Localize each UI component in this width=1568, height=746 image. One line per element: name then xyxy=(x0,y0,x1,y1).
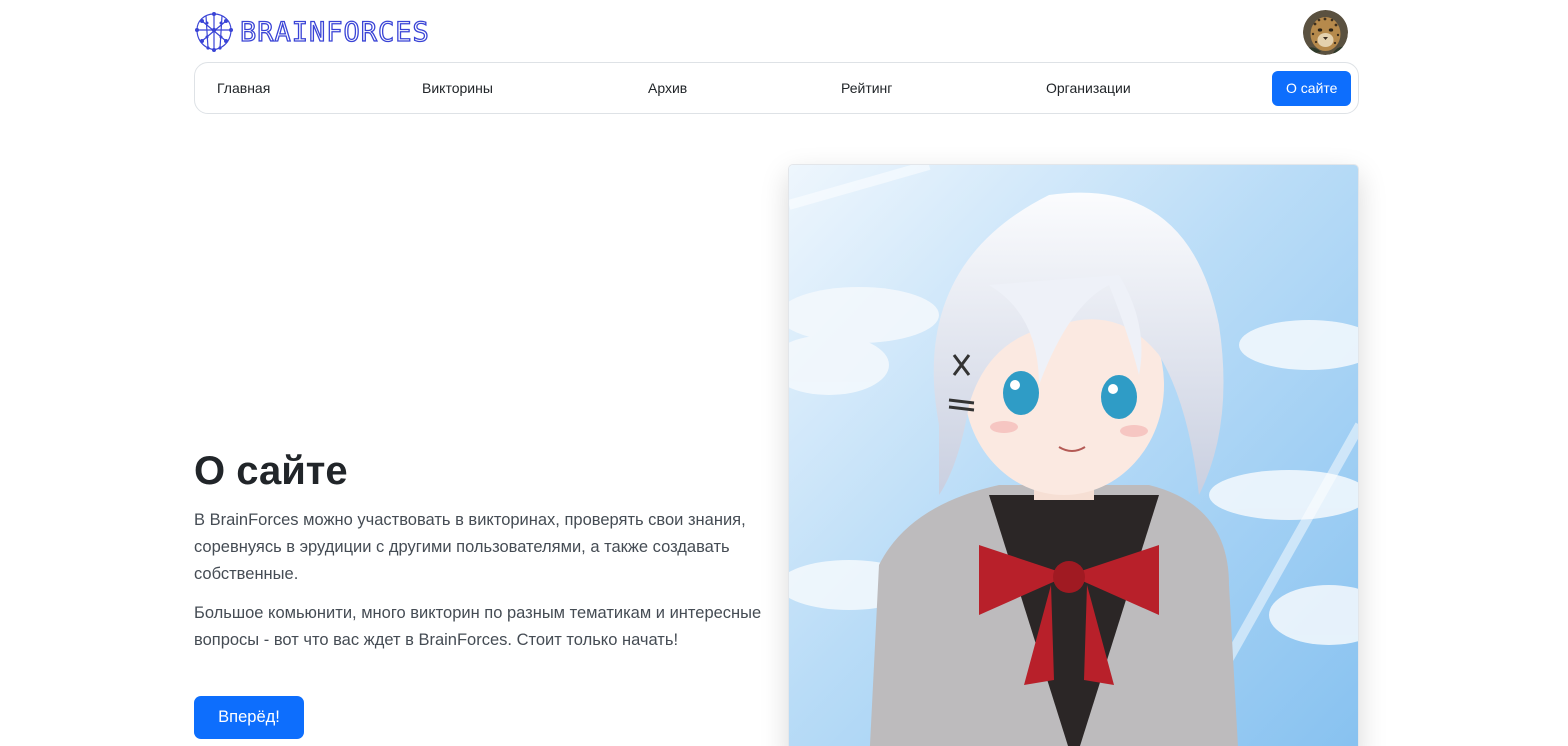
forward-button[interactable]: Вперёд! xyxy=(194,696,304,739)
nav-item-archive[interactable]: Архив xyxy=(634,71,701,106)
hero-illustration xyxy=(788,164,1359,746)
about-paragraph-1: В BrainForces можно участвовать в виктор… xyxy=(194,511,746,583)
user-avatar[interactable] xyxy=(1303,10,1348,55)
nav-item-quizzes[interactable]: Викторины xyxy=(408,71,507,106)
leopard-avatar-icon xyxy=(1303,10,1348,55)
anime-girl-illustration xyxy=(789,165,1358,746)
nav-item-organizations[interactable]: Организации xyxy=(1032,71,1145,106)
main-nav: Главная Викторины Архив Рейтинг Организа… xyxy=(194,62,1359,114)
about-paragraph-2: Большое комьюнити, много викторин по раз… xyxy=(194,604,762,649)
page-title: О сайте xyxy=(194,449,348,493)
header: BRAINFORCES xyxy=(194,10,1358,58)
brain-network-icon xyxy=(195,12,233,52)
logo[interactable]: BRAINFORCES xyxy=(194,11,430,53)
nav-item-about[interactable]: О сайте xyxy=(1272,71,1352,106)
logo-text: BRAINFORCES xyxy=(239,16,430,48)
nav-item-rating[interactable]: Рейтинг xyxy=(827,71,906,106)
nav-item-home[interactable]: Главная xyxy=(203,71,284,106)
